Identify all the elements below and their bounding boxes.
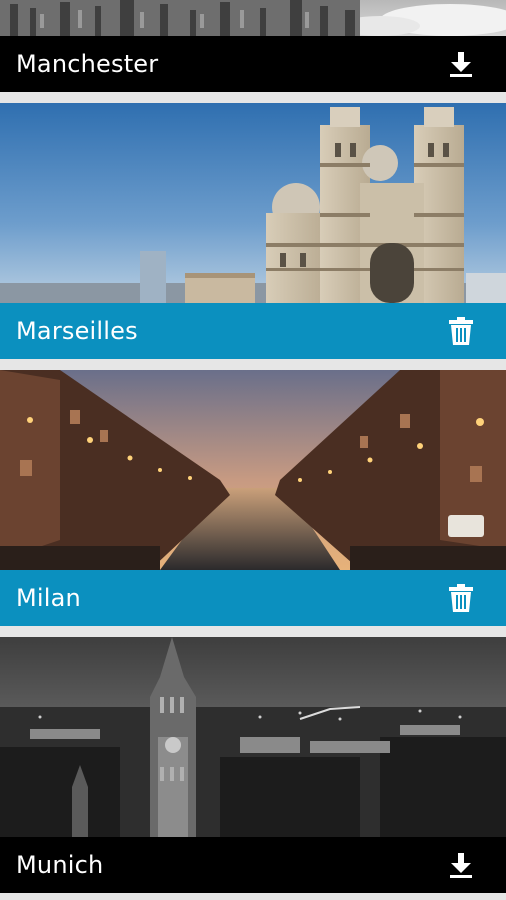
city-card-milan[interactable]: Milan (0, 370, 506, 626)
delete-button[interactable] (446, 582, 476, 614)
city-card-marseilles[interactable]: Marseilles (0, 103, 506, 359)
city-photo-manchester (0, 0, 506, 36)
city-bar-munich: Munich (0, 837, 506, 893)
city-name: Marseilles (16, 317, 138, 345)
city-name: Manchester (16, 50, 159, 78)
city-name: Munich (16, 851, 104, 879)
city-card-munich[interactable]: Munich (0, 637, 506, 893)
city-name: Milan (16, 584, 81, 612)
download-button[interactable] (446, 849, 476, 881)
city-card-manchester[interactable]: Manchester (0, 0, 506, 92)
download-icon (450, 52, 472, 77)
city-photo-marseilles (0, 103, 506, 303)
delete-button[interactable] (446, 315, 476, 347)
city-bar-milan: Milan (0, 570, 506, 626)
city-bar-marseilles: Marseilles (0, 303, 506, 359)
download-icon (450, 853, 472, 878)
city-photo-milan (0, 370, 506, 570)
trash-icon (449, 317, 473, 345)
trash-icon (449, 584, 473, 612)
city-photo-munich (0, 637, 506, 837)
download-button[interactable] (446, 48, 476, 80)
city-bar-manchester: Manchester (0, 36, 506, 92)
